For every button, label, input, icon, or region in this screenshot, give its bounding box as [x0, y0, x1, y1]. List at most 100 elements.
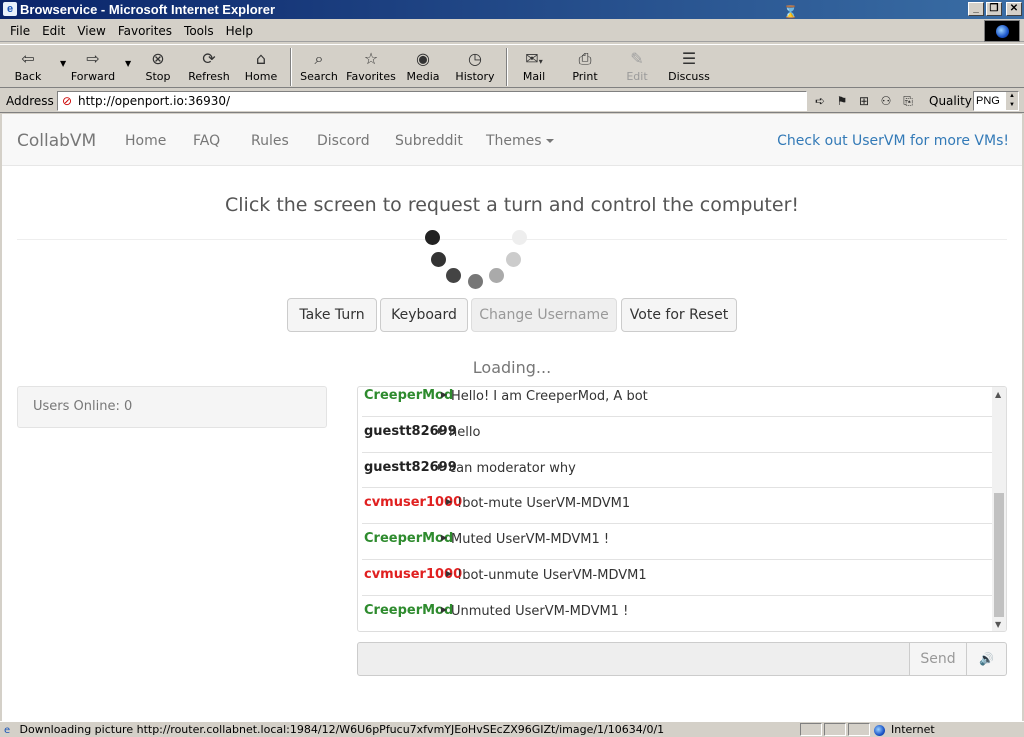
brand-link[interactable]: CollabVM: [17, 131, 96, 151]
home-button[interactable]: ⌂ Home: [240, 47, 282, 87]
forward-button[interactable]: ⇨ Forward: [68, 47, 118, 87]
keyboard-button[interactable]: Keyboard: [380, 298, 468, 332]
status-pane: [800, 723, 822, 736]
chat-scrollbar[interactable]: ▲ ▼: [992, 387, 1006, 631]
scroll-up-icon[interactable]: ▲: [995, 390, 1001, 399]
search-icon: ⌕: [314, 49, 324, 68]
menu-tools[interactable]: Tools: [178, 20, 220, 42]
refresh-button[interactable]: ⟳ Refresh: [185, 47, 233, 87]
uservm-link[interactable]: Check out UserVM for more VMs!: [777, 133, 1009, 149]
scroll-down-icon[interactable]: ▼: [995, 620, 1001, 629]
address-input[interactable]: ⊘ http://openport.io:36930/: [57, 91, 807, 111]
menu-view[interactable]: View: [71, 20, 111, 42]
internet-zone-icon: [874, 724, 885, 736]
busy-cursor-icon: ⌛: [783, 5, 798, 19]
web-page: CollabVM Home FAQ Rules Discord Subreddi…: [2, 114, 1022, 721]
bookmark-icon[interactable]: ⚑: [833, 92, 851, 110]
caret-down-icon: [545, 139, 554, 143]
volume-button[interactable]: 🔊: [966, 642, 1007, 676]
status-pane: [848, 723, 870, 736]
binoculars-icon[interactable]: ⚇: [877, 92, 895, 110]
chat-message: guestt82699 ▶ hello: [362, 417, 992, 453]
quality-spinner[interactable]: ▲ ▼: [1006, 92, 1018, 110]
chat-arrow-icon: ▶: [446, 497, 453, 507]
window-title: Browservice - Microsoft Internet Explore…: [20, 2, 276, 17]
chat-text: can moderator why: [449, 460, 576, 476]
back-dropdown[interactable]: ▼: [54, 47, 66, 87]
back-button[interactable]: ⇦ Back: [6, 47, 50, 87]
status-bar: e Downloading picture http://router.coll…: [0, 721, 1024, 736]
take-turn-button[interactable]: Take Turn: [287, 298, 377, 332]
nav-home[interactable]: Home: [125, 133, 166, 149]
menu-favorites[interactable]: Favorites: [112, 20, 178, 42]
address-bar: Address ⊘ http://openport.io:36930/ ➪ ⚑ …: [0, 89, 1024, 113]
chat-username[interactable]: CreeperMod: [364, 388, 453, 403]
quality-select[interactable]: PNG ▲ ▼: [973, 91, 1019, 111]
chat-message: guestt82699 ▶ can moderator why: [362, 453, 992, 489]
send-button[interactable]: Send: [909, 642, 967, 676]
title-bar: e Browservice - Microsoft Internet Explo…: [0, 0, 1024, 19]
menu-file[interactable]: File: [4, 20, 36, 42]
chat-message: cvmuser1000 ▶ !bot-mute UserVM-MDVM1: [362, 488, 992, 525]
nav-rules[interactable]: Rules: [251, 133, 289, 149]
chat-username[interactable]: CreeperMod: [364, 603, 453, 618]
nav-themes[interactable]: Themes: [486, 133, 554, 149]
chat-text: Unmuted UserVM-MDVM1 !: [451, 603, 629, 619]
scroll-thumb[interactable]: [994, 493, 1004, 617]
chat-text: Hello! I am CreeperMod, A bot: [451, 389, 648, 404]
media-button[interactable]: ◉ Media: [403, 47, 443, 87]
discuss-icon: ☰: [681, 49, 697, 68]
chat-arrow-icon: ▶: [438, 461, 445, 471]
clipboard-icon[interactable]: ⎘: [899, 92, 917, 110]
download-icon: e: [4, 725, 11, 736]
quality-value: PNG: [976, 95, 1000, 107]
menu-edit[interactable]: Edit: [36, 20, 71, 42]
media-icon: ◉: [416, 49, 430, 68]
close-button[interactable]: ✕: [1006, 2, 1022, 16]
nav-faq[interactable]: FAQ: [193, 133, 220, 149]
chat-panel: CreeperMod ▶ Hello! I am CreeperMod, A b…: [357, 386, 1007, 632]
standard-toolbar: ⇦ Back ▼ ⇨ Forward ▼ ⊗ Stop ⟳ Refresh ⌂ …: [0, 44, 1024, 88]
favorites-button[interactable]: ☆ Favorites: [344, 47, 398, 87]
print-icon: ⎙: [578, 49, 592, 68]
nav-discord[interactable]: Discord: [317, 133, 370, 149]
turn-prompt: Click the screen to request a turn and c…: [225, 194, 799, 216]
chat-list: CreeperMod ▶ Hello! I am CreeperMod, A b…: [358, 387, 992, 631]
print-button[interactable]: ⎙ Print: [566, 47, 604, 87]
chat-arrow-icon: ▶: [438, 425, 445, 435]
go-arrow-icon[interactable]: ➪: [811, 92, 829, 110]
mail-icon: ✉▾: [525, 49, 543, 68]
history-button[interactable]: ◷ History: [452, 47, 498, 87]
mail-button[interactable]: ✉▾ Mail: [514, 47, 554, 87]
toolbar-separator: [290, 48, 292, 86]
chat-input[interactable]: [357, 642, 910, 676]
zone-label: Internet: [891, 723, 935, 736]
nav-subreddit[interactable]: Subreddit: [395, 133, 463, 149]
find-icon[interactable]: ⊞: [855, 92, 873, 110]
chat-arrow-icon: ▶: [441, 533, 448, 543]
chat-username[interactable]: CreeperMod: [364, 531, 453, 546]
ie-app-icon: e: [3, 2, 17, 16]
menu-help[interactable]: Help: [220, 20, 259, 42]
search-button[interactable]: ⌕ Search: [298, 47, 340, 87]
page-icon: ⊘: [61, 94, 73, 108]
stop-icon: ⊗: [151, 49, 165, 68]
minimize-button[interactable]: _: [968, 2, 984, 16]
chat-arrow-icon: ▶: [446, 568, 453, 578]
discuss-button[interactable]: ☰ Discuss: [666, 47, 712, 87]
chat-message: CreeperMod ▶ Muted UserVM-MDVM1 !: [362, 524, 992, 560]
quality-label: Quality: [929, 94, 972, 108]
change-username-button: Change Username: [471, 298, 617, 332]
toolbar-separator: [506, 48, 508, 86]
vote-reset-button[interactable]: Vote for Reset: [621, 298, 737, 332]
address-url: http://openport.io:36930/: [78, 94, 231, 108]
chat-arrow-icon: ▶: [441, 390, 448, 399]
forward-dropdown[interactable]: ▼: [119, 47, 131, 87]
refresh-icon: ⟳: [202, 49, 216, 68]
stop-button[interactable]: ⊗ Stop: [138, 47, 178, 87]
chevron-down-icon: ▼: [60, 59, 67, 68]
chevron-down-icon: ▼: [125, 59, 132, 68]
loading-text: Loading...: [472, 358, 552, 377]
restore-button[interactable]: ❐: [986, 2, 1002, 16]
chat-arrow-icon: ▶: [441, 604, 448, 614]
